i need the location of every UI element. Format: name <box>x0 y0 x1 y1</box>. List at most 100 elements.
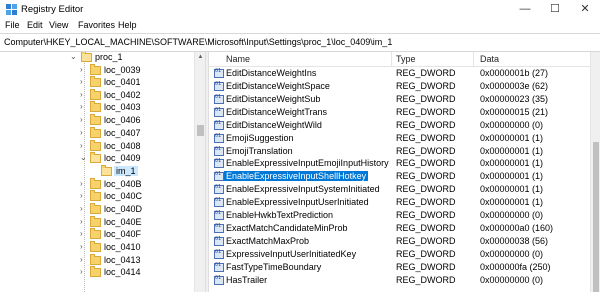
value-type: REG_DWORD <box>396 197 456 207</box>
value-name: EditDistanceWeightTrans <box>226 107 328 117</box>
list-item[interactable]: EnableHwkbTextPrediction REG_DWORD 0x000… <box>209 210 590 222</box>
close-button[interactable]: ✕ <box>570 0 600 19</box>
value-data: 0x00000000 (0) <box>480 249 544 259</box>
chevron-right-icon[interactable]: › <box>80 90 83 99</box>
tree-item-loc_0409[interactable]: ⌄ loc_0409 <box>0 152 194 165</box>
list-item[interactable]: ExactMatchMaxProb REG_DWORD 0x00000038 (… <box>209 236 590 248</box>
list-item[interactable]: FastTypeTimeBoundary REG_DWORD 0x000000f… <box>209 262 590 274</box>
tree-item-im_1[interactable]: im_1 <box>0 165 194 178</box>
column-divider[interactable] <box>473 52 474 66</box>
menu-help[interactable]: Help <box>118 20 137 30</box>
tree-item-label: im_1 <box>114 166 138 176</box>
maximize-button[interactable]: ☐ <box>540 0 570 19</box>
reg-dword-icon <box>214 184 224 194</box>
tree-item-loc_0039[interactable]: › loc_0039 <box>0 64 194 77</box>
column-name[interactable]: Name <box>226 54 250 64</box>
chevron-down-icon[interactable]: ⌄ <box>70 52 77 61</box>
tree-item-label: loc_0403 <box>104 102 141 112</box>
value-type: REG_DWORD <box>396 146 456 156</box>
chevron-right-icon[interactable]: › <box>80 128 83 137</box>
folder-open-icon <box>90 152 101 163</box>
menu-view[interactable]: View <box>49 20 68 30</box>
chevron-right-icon[interactable]: › <box>80 115 83 124</box>
list-item-selected[interactable]: EnableExpressiveInputShellHotkey REG_DWO… <box>209 171 590 183</box>
column-data[interactable]: Data <box>480 54 499 64</box>
menu-bar: File Edit View Favorites Help <box>0 19 600 33</box>
list-item[interactable]: EmojiTranslation REG_DWORD 0x00000001 (1… <box>209 146 590 158</box>
chevron-right-icon[interactable]: › <box>80 267 83 276</box>
column-type[interactable]: Type <box>396 54 416 64</box>
value-type: REG_DWORD <box>396 81 456 91</box>
tree-item-label: loc_0408 <box>104 141 141 151</box>
value-name: EditDistanceWeightSpace <box>226 81 330 91</box>
tree-item-loc_0410[interactable]: › loc_0410 <box>0 241 194 254</box>
menu-favorites[interactable]: Favorites <box>78 20 115 30</box>
tree-item-loc_0403[interactable]: › loc_0403 <box>0 101 194 114</box>
tree-item-loc_0406[interactable]: › loc_0406 <box>0 114 194 127</box>
chevron-right-icon[interactable]: › <box>80 77 83 86</box>
tree-item-loc_040B[interactable]: › loc_040B <box>0 178 194 191</box>
chevron-right-icon[interactable]: › <box>80 217 83 226</box>
chevron-right-icon[interactable]: › <box>80 141 83 150</box>
menu-file[interactable]: File <box>5 20 20 30</box>
menu-edit[interactable]: Edit <box>27 20 43 30</box>
tree-item-loc_0402[interactable]: › loc_0402 <box>0 89 194 102</box>
tree-item-loc_0401[interactable]: › loc_0401 <box>0 76 194 89</box>
window-title: Registry Editor <box>21 4 84 15</box>
list-scroll-thumb[interactable] <box>593 142 599 292</box>
list-item[interactable]: EditDistanceWeightTrans REG_DWORD 0x0000… <box>209 107 590 119</box>
tree-item-loc_0407[interactable]: › loc_0407 <box>0 127 194 140</box>
minimize-button[interactable]: — <box>510 0 540 19</box>
list-item[interactable]: EditDistanceWeightIns REG_DWORD 0x000000… <box>209 68 590 80</box>
value-type: REG_DWORD <box>396 68 456 78</box>
tree-item-label: loc_0409 <box>104 153 141 163</box>
tree-item-loc_0408[interactable]: › loc_0408 <box>0 140 194 153</box>
value-data: 0x00000001 (1) <box>480 184 544 194</box>
tree-item-loc_040E[interactable]: › loc_040E <box>0 216 194 229</box>
tree-item-loc_0413[interactable]: › loc_0413 <box>0 254 194 267</box>
chevron-right-icon[interactable]: › <box>80 229 83 238</box>
tree-item-loc_040C[interactable]: › loc_040C <box>0 190 194 203</box>
chevron-right-icon[interactable]: › <box>80 179 83 188</box>
tree-item-label: loc_0401 <box>104 77 141 87</box>
tree-item-loc_040D[interactable]: › loc_040D <box>0 203 194 216</box>
value-type: REG_DWORD <box>396 94 456 104</box>
tree-item-loc_0414[interactable]: › loc_0414 <box>0 266 194 279</box>
folder-icon <box>90 114 101 125</box>
chevron-right-icon[interactable]: › <box>80 204 83 213</box>
reg-dword-icon <box>214 197 224 207</box>
value-data: 0x00000001 (1) <box>480 146 544 156</box>
tree-scroll-thumb[interactable] <box>197 125 204 136</box>
chevron-right-icon[interactable]: › <box>80 102 83 111</box>
value-name: ExactMatchCandidateMinProb <box>226 223 348 233</box>
chevron-right-icon[interactable]: › <box>80 255 83 264</box>
list-item[interactable]: EmojiSuggestion REG_DWORD 0x00000001 (1) <box>209 133 590 145</box>
tree-item-label: loc_0407 <box>104 128 141 138</box>
list-item[interactable]: EnableExpressiveInputEmojiInputHistory R… <box>209 158 590 170</box>
reg-dword-icon <box>214 223 224 233</box>
value-name: ExpressiveInputUserInitiatedKey <box>226 249 357 259</box>
chevron-down-icon[interactable]: ⌄ <box>80 153 87 162</box>
list-item[interactable]: EditDistanceWeightWild REG_DWORD 0x00000… <box>209 120 590 132</box>
chevron-right-icon[interactable]: › <box>80 191 83 200</box>
column-header: Name Type Data <box>209 52 590 67</box>
list-item[interactable]: ExactMatchCandidateMinProb REG_DWORD 0x0… <box>209 223 590 235</box>
list-item[interactable]: ExpressiveInputUserInitiatedKey REG_DWOR… <box>209 249 590 261</box>
address-path[interactable]: Computer\HKEY_LOCAL_MACHINE\SOFTWARE\Mic… <box>4 37 392 47</box>
reg-dword-icon <box>214 262 224 272</box>
list-item[interactable]: EnableExpressiveInputUserInitiated REG_D… <box>209 197 590 209</box>
list-item[interactable]: EditDistanceWeightSub REG_DWORD 0x000000… <box>209 94 590 106</box>
tree-item-proc_1[interactable]: ⌄ proc_1 <box>0 52 194 64</box>
value-name: EmojiTranslation <box>226 146 293 156</box>
address-bar[interactable]: Computer\HKEY_LOCAL_MACHINE\SOFTWARE\Mic… <box>0 33 600 52</box>
chevron-right-icon[interactable]: › <box>80 242 83 251</box>
list-item[interactable]: EditDistanceWeightSpace REG_DWORD 0x0000… <box>209 81 590 93</box>
list-item[interactable]: EnableExpressiveInputSystemInitiated REG… <box>209 184 590 196</box>
folder-icon <box>90 228 101 239</box>
title-bar: Registry Editor — ☐ ✕ <box>0 0 600 19</box>
list-scrollbar[interactable] <box>590 52 600 292</box>
tree-item-loc_040F[interactable]: › loc_040F <box>0 228 194 241</box>
list-item[interactable]: HasTrailer REG_DWORD 0x00000000 (0) <box>209 275 590 287</box>
chevron-right-icon[interactable]: › <box>80 65 83 74</box>
column-divider[interactable] <box>391 52 392 66</box>
